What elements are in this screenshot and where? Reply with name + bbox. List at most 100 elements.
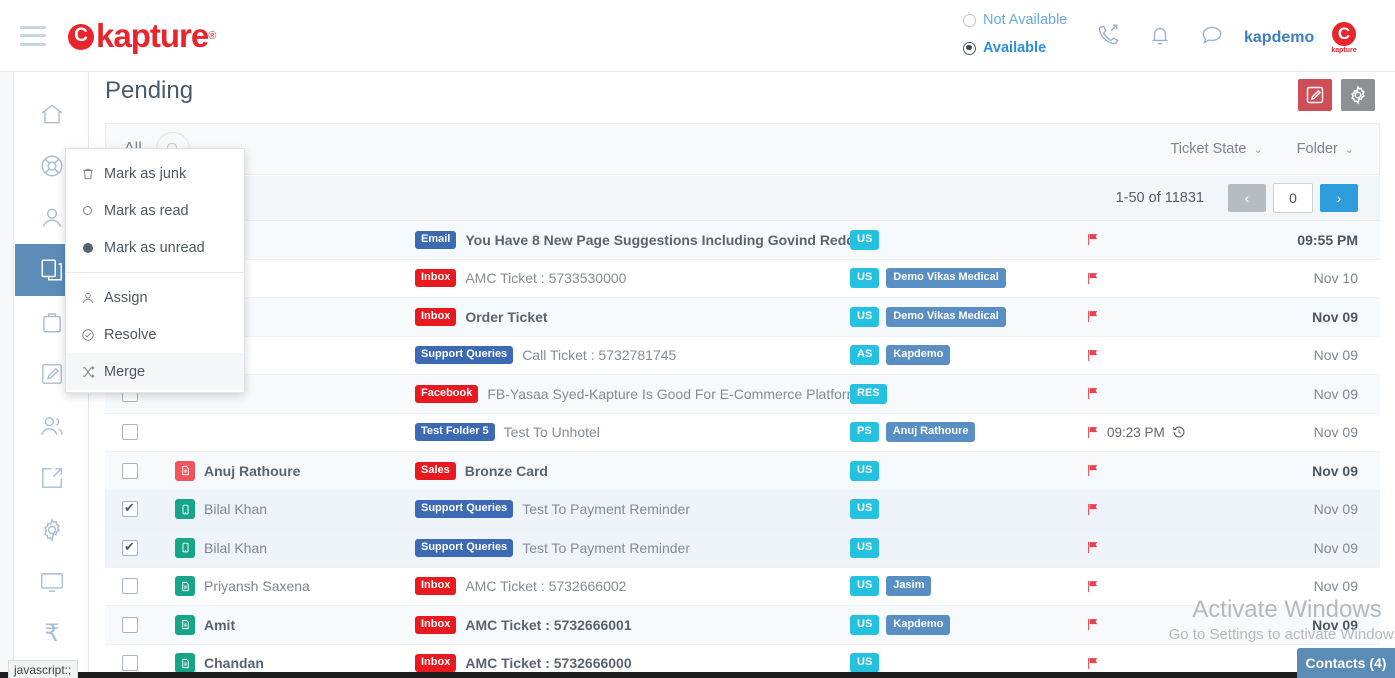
availability-option-not-available[interactable]: Not Available [963, 6, 1103, 34]
row-name-cell: Chandan [155, 653, 415, 674]
flag-icon[interactable] [1085, 579, 1100, 594]
brand-logo[interactable]: C kapture ® [68, 17, 216, 55]
menu-item-mark-as-unread[interactable]: Mark as unread [66, 229, 244, 266]
sidebar-item-teams[interactable] [15, 400, 89, 452]
availability-toggle[interactable]: Not Available Available [963, 6, 1103, 62]
settings-button[interactable] [1341, 79, 1375, 111]
flag-icon[interactable] [1085, 271, 1100, 286]
bell-icon[interactable] [1147, 22, 1173, 48]
table-row[interactable]: Facebook FB-Yasaa Syed-Kapture Is Good Fo… [105, 375, 1380, 414]
table-row[interactable]: Support Queries Call Ticket : 5732781745 A… [105, 336, 1380, 375]
row-date: Nov 09 [1312, 308, 1358, 325]
row-flag-cell [1085, 386, 1260, 401]
menu-item-assign[interactable]: Assign [66, 279, 244, 316]
flag-icon[interactable] [1085, 425, 1100, 440]
sidebar-item-home[interactable] [15, 88, 89, 140]
flag-icon[interactable] [1085, 348, 1100, 363]
flag-icon[interactable] [1085, 463, 1100, 478]
table-row[interactable]: Inbox AMC Ticket : 5733530000 US Demo Vikas… [105, 259, 1380, 298]
pagination: 1-50 of 11831 ‹ 0 › [1116, 183, 1358, 213]
gear-icon [1348, 85, 1368, 105]
sidebar-item-settings[interactable] [15, 504, 89, 556]
availability-option-available[interactable]: Available [963, 34, 1103, 62]
phone-forward-icon[interactable] [1095, 22, 1121, 48]
row-checkbox[interactable] [122, 578, 138, 595]
bottom-edge [0, 672, 1395, 678]
table-row[interactable]: Bilal Khan Support Queries Test To Payment… [105, 529, 1380, 568]
pagination-next-button[interactable]: › [1320, 184, 1358, 212]
user-brand-logo[interactable]: C kapture [1327, 22, 1361, 56]
assignee-badge: Jasim [886, 576, 932, 597]
row-checkbox[interactable] [122, 462, 138, 479]
row-flag-cell [1085, 617, 1260, 632]
avatar [175, 653, 195, 674]
avatar [175, 576, 195, 597]
table-row[interactable]: Anuj Rathoure Sales Bronze Card US Nov 09 [105, 452, 1380, 491]
row-checkbox[interactable] [122, 655, 138, 672]
row-name-cell: Priyansh Saxena [155, 576, 415, 597]
pagination-prev-button[interactable]: ‹ [1228, 184, 1266, 212]
row-category-badge: Inbox [415, 269, 457, 288]
flag-icon[interactable] [1085, 309, 1100, 324]
history-icon [1172, 425, 1186, 439]
contacts-widget-button[interactable]: Contacts (4) [1297, 648, 1395, 678]
chat-icon[interactable] [1199, 22, 1225, 48]
sidebar-item-display[interactable] [15, 556, 89, 608]
username-label[interactable]: kapdemo [1244, 29, 1314, 47]
row-flag-cell: 09:23 PM [1085, 425, 1260, 440]
ticket-state-dropdown[interactable]: Ticket State ⌄ [1170, 141, 1262, 157]
table-row[interactable]: Priyansh Saxena Inbox AMC Ticket : 5732666… [105, 567, 1380, 606]
table-row[interactable]: Bilal Khan Support Queries Test To Payment… [105, 490, 1380, 529]
row-name-cell: Bilal Khan [155, 537, 415, 558]
table-row[interactable]: Amit Inbox AMC Ticket : 5732666001 US Kapdem… [105, 606, 1380, 645]
row-checkbox[interactable] [122, 616, 138, 633]
row-tags-cell: US [850, 499, 1085, 520]
row-subject: FB-Yasaa Syed-Kapture Is Good For E-Comm… [487, 385, 850, 402]
check-circle-icon [80, 327, 95, 342]
sidebar-item-billing[interactable]: ₹ [15, 608, 89, 660]
table-row[interactable]: Test Folder 5 Test To Unhotel PS Anuj Ratho… [105, 413, 1380, 452]
row-checkbox[interactable] [122, 499, 138, 518]
ticket-state-label: Ticket State [1170, 141, 1247, 157]
chevron-down-icon: ⌄ [1344, 143, 1354, 156]
row-checkbox[interactable] [122, 424, 138, 441]
status-badge: US [850, 268, 880, 289]
row-name: Anuj Rathoure [204, 462, 301, 479]
table-row[interactable]: .c...EmailYou Have 8 New Page Suggestion… [105, 221, 1380, 260]
gear-icon [39, 517, 65, 543]
rupee-icon: ₹ [44, 620, 60, 647]
row-category-badge: Sales [415, 461, 456, 480]
flag-icon[interactable] [1085, 232, 1100, 247]
bulk-actions-menu: Mark as junk Mark as read Mark as unread As… [65, 148, 245, 393]
flag-icon[interactable] [1085, 540, 1100, 555]
hamburger-icon[interactable] [20, 25, 46, 46]
assignee-badge: Kapdemo [886, 345, 951, 366]
avatar [175, 537, 195, 558]
assignee-badge: Demo Vikas Medical [886, 306, 1006, 327]
flag-icon[interactable] [1085, 502, 1100, 517]
flag-icon[interactable] [1085, 617, 1100, 632]
pagination-page-input[interactable]: 0 [1273, 183, 1313, 213]
menu-item-merge[interactable]: Merge [66, 353, 244, 390]
row-category-badge: Facebook [415, 384, 479, 403]
compose-ticket-button[interactable] [1298, 79, 1332, 111]
row-flag-cell [1085, 463, 1260, 478]
row-checkbox-cell [105, 655, 155, 672]
row-date: 09:55 PM [1297, 231, 1358, 248]
flag-icon[interactable] [1085, 656, 1100, 671]
lifebuoy-icon [39, 153, 65, 179]
row-subject-cell: Support Queries Test To Payment Reminder [415, 500, 850, 519]
radio-available-icon[interactable] [963, 41, 976, 55]
row-subject: Test To Payment Reminder [522, 501, 691, 518]
radio-not-available-icon[interactable] [963, 13, 976, 27]
menu-item-mark-as-read[interactable]: Mark as read [66, 192, 244, 229]
folder-dropdown[interactable]: Folder ⌄ [1297, 141, 1354, 157]
row-checkbox[interactable] [122, 538, 138, 556]
menu-item-mark-as-junk[interactable]: Mark as junk [66, 155, 244, 192]
menu-item-resolve[interactable]: Resolve [66, 316, 244, 353]
sidebar-item-share[interactable] [15, 452, 89, 504]
row-subject: AMC Ticket : 5732666002 [465, 578, 627, 595]
table-row[interactable]: Inbox Order Ticket US Demo Vikas Medical Nov… [105, 298, 1380, 337]
row-subject-cell: Inbox AMC Ticket : 5732666000 [415, 654, 850, 673]
flag-icon[interactable] [1085, 386, 1100, 401]
